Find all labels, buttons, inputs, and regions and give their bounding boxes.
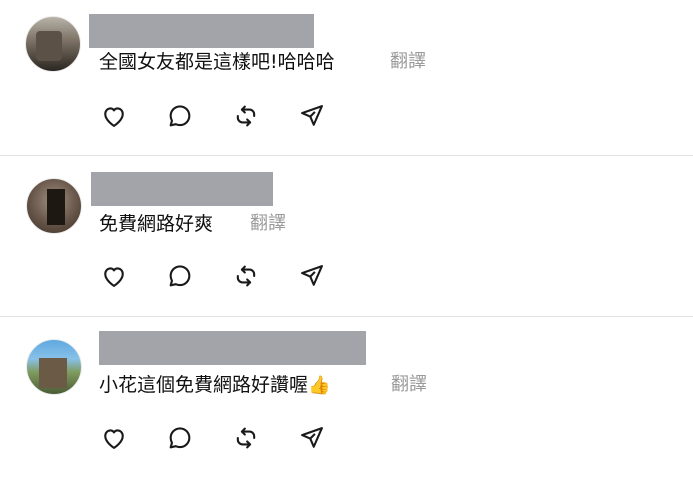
like-button[interactable] — [99, 261, 129, 291]
comment-item: 全國女友都是這樣吧!哈哈哈 翻譯 — [0, 0, 693, 160]
avatar[interactable] — [26, 178, 82, 234]
translate-link[interactable]: 翻譯 — [390, 50, 426, 74]
like-button[interactable] — [99, 101, 129, 131]
like-button[interactable] — [99, 423, 129, 453]
comment-item: 免費網路好爽 翻譯 — [0, 160, 693, 320]
share-button[interactable] — [297, 261, 327, 291]
send-icon — [301, 427, 323, 448]
comment-text-body: 小花這個免費網路好讚喔 — [99, 374, 309, 396]
reply-button[interactable] — [165, 261, 195, 291]
comment-bubble-icon — [169, 427, 191, 449]
avatar[interactable] — [25, 16, 81, 72]
heart-icon — [104, 267, 124, 287]
translate-link[interactable]: 翻譯 — [391, 373, 427, 397]
divider — [0, 316, 693, 317]
heart-icon — [104, 429, 124, 449]
send-icon — [301, 105, 323, 126]
username-redacted[interactable] — [91, 172, 273, 206]
repost-icon — [236, 105, 256, 127]
comment-list: 全國女友都是這樣吧!哈哈哈 翻譯 免費網路好爽 翻譯 小花這個免費網路好讚喔👍 … — [0, 0, 693, 476]
comment-bubble-icon — [169, 105, 191, 127]
comment-item: 小花這個免費網路好讚喔👍 翻譯 — [0, 321, 693, 481]
thumbs-up-emoji: 👍 — [308, 375, 331, 396]
comment-text: 免費網路好爽 — [99, 213, 214, 235]
repost-icon — [236, 427, 256, 449]
send-icon — [301, 265, 323, 286]
translate-link[interactable]: 翻譯 — [250, 212, 286, 236]
repost-button[interactable] — [231, 101, 261, 131]
repost-button[interactable] — [231, 261, 261, 291]
comment-bubble-icon — [169, 265, 191, 287]
share-button[interactable] — [297, 423, 327, 453]
username-redacted[interactable] — [99, 331, 366, 365]
share-button[interactable] — [297, 101, 327, 131]
heart-icon — [104, 107, 124, 127]
comment-text: 全國女友都是這樣吧!哈哈哈 — [99, 51, 335, 73]
reply-button[interactable] — [165, 423, 195, 453]
repost-icon — [236, 265, 256, 287]
divider — [0, 155, 693, 156]
username-redacted[interactable] — [89, 14, 314, 48]
avatar[interactable] — [26, 339, 82, 395]
repost-button[interactable] — [231, 423, 261, 453]
reply-button[interactable] — [165, 101, 195, 131]
comment-text: 小花這個免費網路好讚喔👍 — [99, 373, 330, 398]
